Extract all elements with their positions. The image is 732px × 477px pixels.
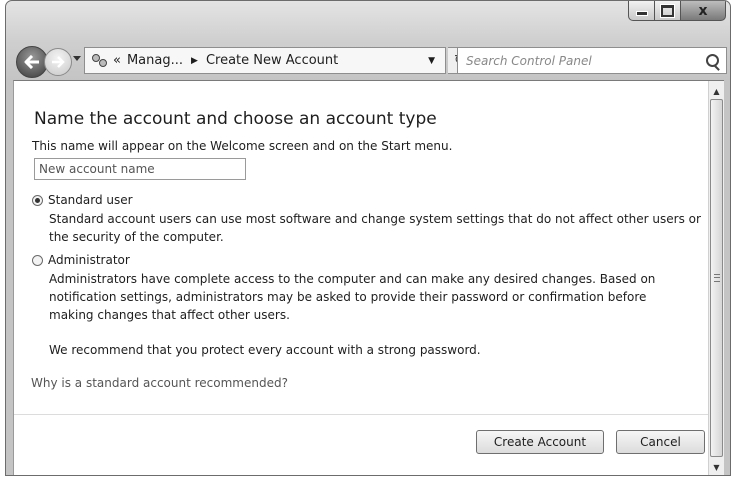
breadcrumb-overflow[interactable]: « <box>113 53 121 68</box>
address-bar[interactable]: « Manag... ▶ Create New Account ▼ <box>84 47 446 74</box>
vertical-scrollbar[interactable]: ▲ ▼ <box>708 81 724 475</box>
navigation-bar: « Manag... ▶ Create New Account ▼ ↻ <box>6 43 730 79</box>
maximize-button[interactable] <box>655 1 681 21</box>
create-account-button[interactable]: Create Account <box>476 430 604 454</box>
recent-pages-dropdown[interactable] <box>73 56 81 61</box>
forward-button[interactable] <box>44 48 72 76</box>
scrollbar-grip-icon <box>713 274 720 282</box>
scroll-down-icon[interactable]: ▼ <box>709 459 724 475</box>
administrator-description: Administrators have complete access to t… <box>49 272 656 322</box>
back-arrow-icon <box>24 55 39 69</box>
user-accounts-icon <box>91 53 109 69</box>
name-description: This name will appear on the Welcome scr… <box>32 139 453 153</box>
page-title: Name the account and choose an account t… <box>34 109 437 129</box>
standard-account-help-link[interactable]: Why is a standard account recommended? <box>31 376 288 390</box>
window-caption-buttons: x <box>628 1 726 23</box>
search-icon[interactable] <box>706 54 719 67</box>
control-panel-window: x « Manag... ▶ Create New Account ▼ ↻ <box>5 0 731 476</box>
breadcrumb-create-new-account[interactable]: Create New Account <box>206 53 338 68</box>
search-box[interactable] <box>457 47 727 74</box>
administrator-option[interactable]: Administrator <box>32 253 130 267</box>
administrator-label[interactable]: Administrator <box>48 253 130 267</box>
content-pane: Name the account and choose an account t… <box>13 80 724 475</box>
standard-user-option[interactable]: Standard user <box>32 193 133 207</box>
search-input[interactable] <box>466 53 696 68</box>
account-name-input[interactable] <box>34 158 246 180</box>
close-icon: x <box>698 2 708 19</box>
breadcrumb-separator-icon[interactable]: ▶ <box>191 56 198 66</box>
maximize-icon <box>660 3 675 18</box>
password-recommendation: We recommend that you protect every acco… <box>49 343 481 357</box>
minimize-icon <box>635 11 648 16</box>
button-divider <box>14 414 715 415</box>
forward-arrow-icon <box>52 56 65 68</box>
standard-user-radio[interactable] <box>32 194 43 206</box>
minimize-button[interactable] <box>628 1 655 21</box>
breadcrumb-manage-accounts[interactable]: Manag... <box>127 53 183 68</box>
scroll-up-icon[interactable]: ▲ <box>709 83 724 99</box>
standard-user-label[interactable]: Standard user <box>48 193 133 207</box>
scrollbar-thumb[interactable] <box>710 99 723 457</box>
cancel-button[interactable]: Cancel <box>616 430 705 454</box>
close-button[interactable]: x <box>681 1 726 21</box>
administrator-radio[interactable] <box>32 254 43 266</box>
address-dropdown-icon[interactable]: ▼ <box>428 56 435 66</box>
standard-user-description: Standard account users can use most soft… <box>49 212 701 244</box>
